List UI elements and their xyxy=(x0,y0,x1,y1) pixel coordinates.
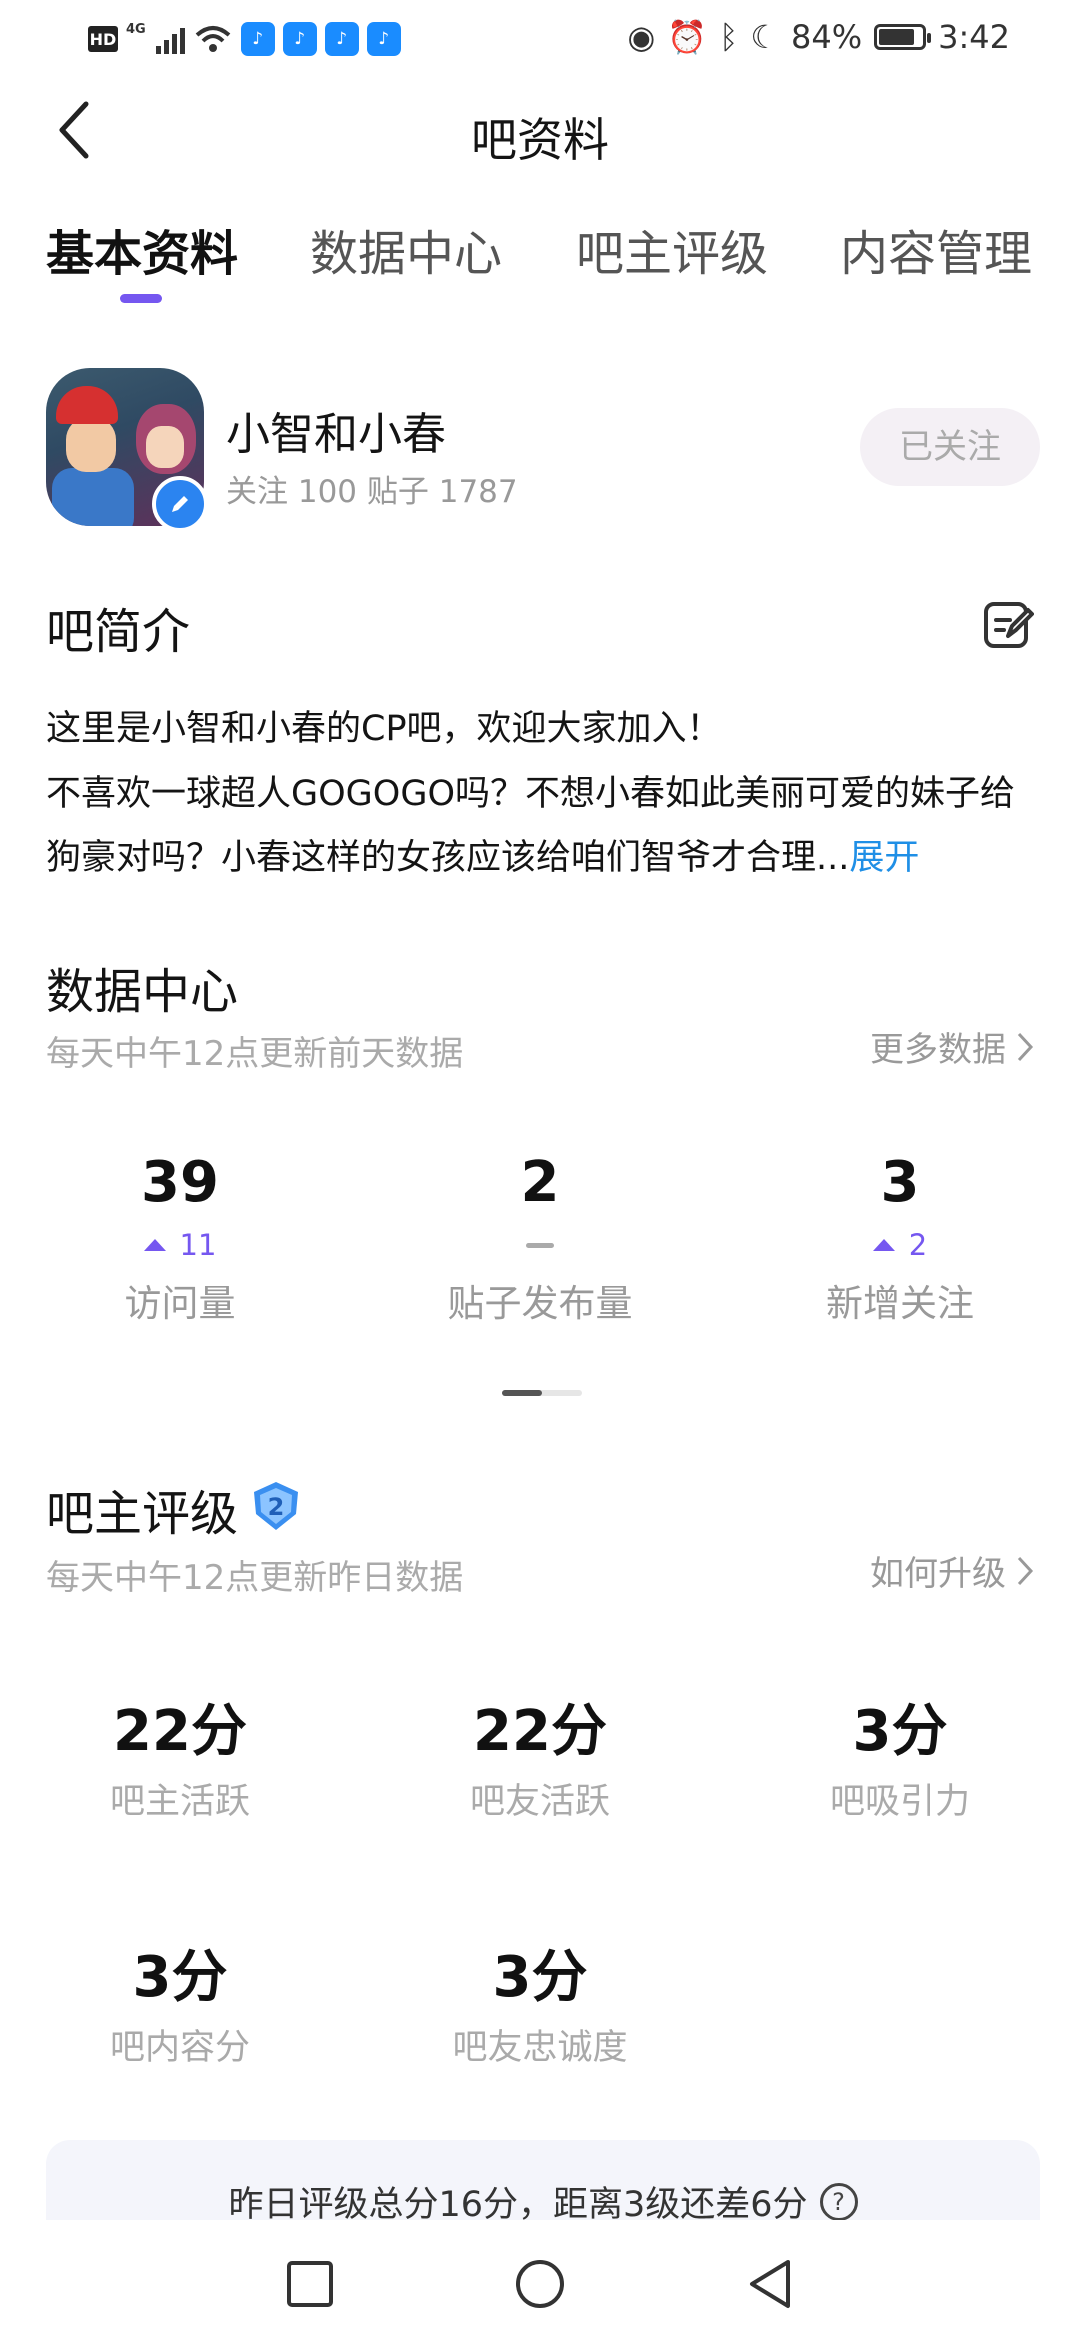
trend-up-icon xyxy=(143,1239,166,1251)
score-value: 3分 xyxy=(132,1945,228,2010)
hd-icon: HD xyxy=(88,26,118,52)
rating-heading: 吧主评级 xyxy=(46,1486,239,1542)
chevron-right-icon xyxy=(1017,1556,1034,1585)
score-label: 吧友活跃 xyxy=(469,1782,610,1822)
stat-delta: 2 xyxy=(720,1225,1080,1265)
score-attraction: 3分 吧吸引力 xyxy=(720,1686,1080,1824)
score-value: 22分 xyxy=(473,1699,607,1764)
data-center-subtitle: 每天中午12点更新前天数据 xyxy=(46,1034,464,1074)
stat-label: 访问量 xyxy=(124,1282,236,1325)
tab-content-management[interactable]: 内容管理 xyxy=(840,214,1032,284)
followed-button[interactable]: 已关注 xyxy=(860,408,1040,486)
active-tab-indicator xyxy=(120,294,162,303)
recent-apps-icon[interactable] xyxy=(286,2260,334,2308)
status-right: ◉ ⏰ ᛒ ☾ 84% 3:42 xyxy=(627,18,1010,56)
how-to-upgrade-link[interactable]: 如何升级 xyxy=(870,1546,1034,1595)
stat-delta: 11 xyxy=(0,1225,360,1265)
intro-heading: 吧简介 xyxy=(46,604,191,660)
signal-icon xyxy=(155,24,185,54)
status-bar: HD 4G ♪ ♪ ♪ ♪ ◉ ⏰ ᛒ ☾ 84% 3:42 xyxy=(0,0,1080,80)
page-indicator xyxy=(502,1390,582,1396)
rating-subtitle: 每天中午12点更新昨日数据 xyxy=(46,1558,464,1598)
bluetooth-icon: ᛒ xyxy=(719,18,739,56)
tab-data-center[interactable]: 数据中心 xyxy=(310,214,502,284)
help-icon[interactable]: ? xyxy=(819,2182,858,2221)
trend-flat-icon xyxy=(526,1242,554,1248)
score-value: 22分 xyxy=(113,1699,247,1764)
pencil-icon xyxy=(172,496,188,512)
status-left: HD 4G ♪ ♪ ♪ ♪ xyxy=(88,22,401,56)
stat-delta-value: 2 xyxy=(908,1228,928,1262)
stat-value: 39 xyxy=(141,1150,219,1215)
back-nav-icon[interactable] xyxy=(746,2258,796,2310)
page-title: 吧资料 xyxy=(471,113,609,167)
level-badge-icon: 2 xyxy=(254,1482,298,1530)
forum-stats: 关注 100 贴子 1787 xyxy=(226,474,518,510)
wifi-icon xyxy=(195,26,231,52)
stat-value: 2 xyxy=(520,1150,560,1215)
data-center-heading: 数据中心 xyxy=(46,964,239,1020)
level-number: 2 xyxy=(268,1493,285,1521)
eye-icon: ◉ xyxy=(627,18,656,56)
battery-icon xyxy=(874,24,932,50)
alarm-icon: ⏰ xyxy=(667,18,708,56)
forum-name: 小智和小春 xyxy=(226,409,446,460)
score-value: 3分 xyxy=(492,1945,588,2010)
chat-bell-icon: ♪ xyxy=(240,22,275,56)
moon-icon: ☾ xyxy=(750,18,780,56)
network-type: 4G xyxy=(126,22,146,37)
chevron-right-icon xyxy=(1017,1032,1034,1061)
score-label: 吧友忠诚度 xyxy=(452,2028,628,2068)
system-nav-bar xyxy=(0,2220,1080,2340)
intro-text-line1: 这里是小智和小春的CP吧，欢迎大家加入！ xyxy=(46,709,722,749)
trend-up-icon xyxy=(872,1239,895,1251)
stat-label: 新增关注 xyxy=(826,1282,974,1325)
score-value: 3分 xyxy=(852,1699,948,1764)
score-content: 3分 吧内容分 xyxy=(0,1932,360,2070)
stat-posts[interactable]: 2 贴子发布量 xyxy=(360,1150,720,1327)
clock: 3:42 xyxy=(938,18,1010,56)
stat-new-follows[interactable]: 3 2 新增关注 xyxy=(720,1150,1080,1327)
score-loyalty: 3分 吧友忠诚度 xyxy=(360,1932,720,2070)
chat-bell-icon: ♪ xyxy=(324,22,359,56)
score-label: 吧主活跃 xyxy=(109,1782,250,1822)
stat-label: 贴子发布量 xyxy=(447,1282,633,1325)
chat-bell-icon: ♪ xyxy=(282,22,317,56)
expand-link[interactable]: 展开 xyxy=(849,838,919,878)
more-data-link[interactable]: 更多数据 xyxy=(870,1022,1034,1071)
home-icon[interactable] xyxy=(514,2258,566,2310)
battery-percent: 84% xyxy=(791,18,863,56)
score-label: 吧内容分 xyxy=(109,2028,250,2068)
score-member-activity: 22分 吧友活跃 xyxy=(360,1686,720,1824)
stat-delta-value: 11 xyxy=(179,1228,217,1262)
upgrade-label: 如何升级 xyxy=(870,1554,1006,1594)
edit-intro-icon[interactable] xyxy=(982,598,1034,650)
stat-delta xyxy=(360,1225,720,1265)
score-label: 吧吸引力 xyxy=(829,1782,970,1822)
score-moderator-activity: 22分 吧主活跃 xyxy=(0,1686,360,1824)
tab-moderator-rating[interactable]: 吧主评级 xyxy=(576,214,768,284)
edit-avatar-button[interactable] xyxy=(152,476,208,532)
chat-bell-icon: ♪ xyxy=(366,22,401,56)
stat-value: 3 xyxy=(880,1150,920,1215)
stat-visits[interactable]: 39 11 访问量 xyxy=(0,1150,360,1327)
intro-text-body: 不喜欢一球超人GOGOGO吗？不想小春如此美丽可爱的妹子给狗豪对吗？小春这样的女… xyxy=(46,762,1036,890)
more-data-label: 更多数据 xyxy=(870,1030,1006,1070)
tab-basic-info[interactable]: 基本资料 xyxy=(46,214,238,284)
